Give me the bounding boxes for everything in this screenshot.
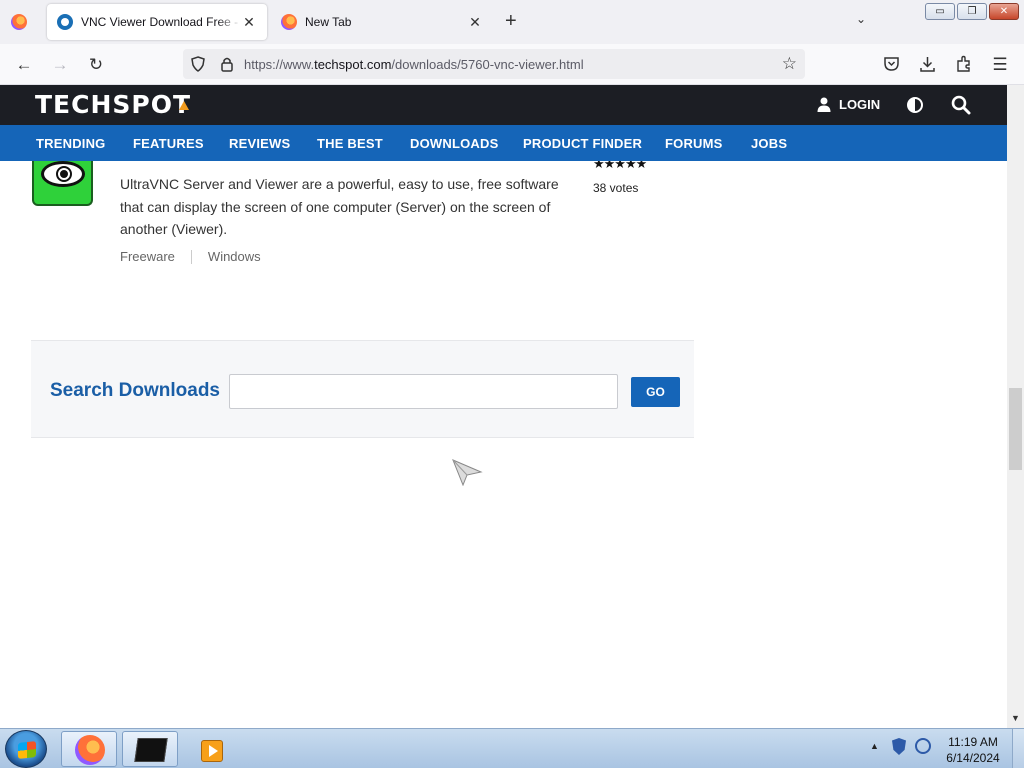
tracking-shield-icon[interactable] [191,56,205,72]
show-hidden-icons-arrow[interactable]: ▲ [870,741,879,751]
nav-downloads[interactable]: DOWNLOADS [410,136,498,151]
scrollbar-thumb[interactable] [1009,388,1022,470]
firefox-icon [75,735,105,765]
tab-new-tab[interactable]: New Tab ✕ [271,4,493,40]
pocket-icon[interactable] [883,56,900,72]
back-arrow-icon[interactable]: ← [12,53,36,77]
pupil-shape [56,166,72,182]
chevron-down-icon[interactable]: ⌄ [856,12,866,26]
eye-icon [41,161,85,187]
login-button[interactable]: LOGIN [817,97,880,112]
browser-tab-bar: VNC Viewer Download Free - 7. ✕ New Tab … [0,0,1024,44]
nav-product-finder[interactable]: PRODUCT FINDER [523,136,642,151]
clock-time: 11:19 AM [948,735,998,749]
firefox-menu-icon[interactable] [11,14,27,30]
extensions-icon[interactable] [955,55,973,73]
ultravnc-app-icon[interactable] [32,161,93,206]
minimize-button[interactable]: ▭ [925,3,955,20]
lock-icon[interactable] [220,56,234,72]
search-icon[interactable] [951,95,971,115]
network-icon[interactable] [915,738,931,754]
mouse-pointer-icon [452,459,483,486]
app-meta: Freeware Windows [120,249,261,264]
techspot-favicon-icon [57,14,73,30]
taskbar-firefox[interactable] [61,731,117,767]
taskbar-terminal[interactable] [122,731,178,767]
firefox-favicon-icon [281,14,297,30]
tab-title: VNC Viewer Download Free - 7. [81,15,241,29]
nav-forums[interactable]: FORUMS [665,136,723,151]
taskbar-media-player[interactable] [192,731,248,767]
page-scrollbar[interactable]: ▼ [1007,85,1024,728]
dark-mode-toggle-icon[interactable] [907,97,923,113]
search-downloads-title: Search Downloads [50,380,220,401]
terminal-icon [134,738,168,762]
browser-toolbar: ← → ↻ https://www.techspot.com/downloads… [0,44,1024,85]
reload-icon[interactable]: ↻ [84,53,108,77]
new-tab-button[interactable]: + [505,10,517,32]
tab-title: New Tab [305,15,352,29]
url-bar[interactable]: https://www.techspot.com/downloads/5760-… [183,49,805,79]
tab-vnc-viewer[interactable]: VNC Viewer Download Free - 7. ✕ [47,4,267,40]
platform-label: Windows [207,249,261,264]
search-downloads-input[interactable] [229,374,618,409]
login-label: LOGIN [839,97,881,112]
tab-close-icon[interactable]: ✕ [241,14,257,31]
clock-date: 6/14/2024 [946,751,1000,765]
nav-trending[interactable]: TRENDING [36,136,106,151]
url-text[interactable]: https://www.techspot.com/downloads/5760-… [244,57,584,72]
show-desktop-button[interactable] [1012,729,1024,768]
nav-features[interactable]: FEATURES [133,136,204,151]
downloads-icon[interactable] [919,55,936,73]
window-controls: ▭ ❐ ✕ [925,3,1019,20]
windows-logo-icon [18,741,36,759]
site-nav-bar: TRENDING FEATURES REVIEWS THE BEST DOWNL… [0,125,1007,161]
user-icon [817,97,831,112]
security-shield-icon[interactable] [892,738,906,755]
techspot-logo[interactable]: TECHSPOT [35,90,191,119]
start-button[interactable] [5,730,47,768]
nav-the-best[interactable]: THE BEST [317,136,383,151]
vote-count: 38 votes [593,181,639,195]
app-description: UltraVNC Server and Viewer are a powerfu… [120,176,559,237]
meta-divider [190,249,192,264]
go-button[interactable]: GO [631,377,680,407]
restore-button[interactable]: ❐ [957,3,987,20]
close-window-button[interactable]: ✕ [989,3,1019,20]
system-clock[interactable]: 11:19 AM 6/14/2024 [940,734,1006,766]
scroll-down-arrow-icon[interactable]: ▼ [1011,713,1020,723]
windows-taskbar: ▲ 11:19 AM 6/14/2024 [0,728,1024,768]
logo-triangle-icon [179,101,189,110]
search-downloads-panel: Search Downloads GO [31,340,694,438]
nav-reviews[interactable]: REVIEWS [229,136,290,151]
bookmark-star-icon[interactable]: ☆ [782,54,797,74]
media-player-icon [201,740,223,762]
site-header: TECHSPOT LOGIN [0,85,1007,125]
license-label: Freeware [120,249,175,264]
nav-jobs[interactable]: JOBS [751,136,787,151]
tab-close-icon[interactable]: ✕ [467,14,483,31]
forward-arrow-icon[interactable]: → [48,53,72,77]
hamburger-menu-icon[interactable]: ☰ [988,53,1012,77]
